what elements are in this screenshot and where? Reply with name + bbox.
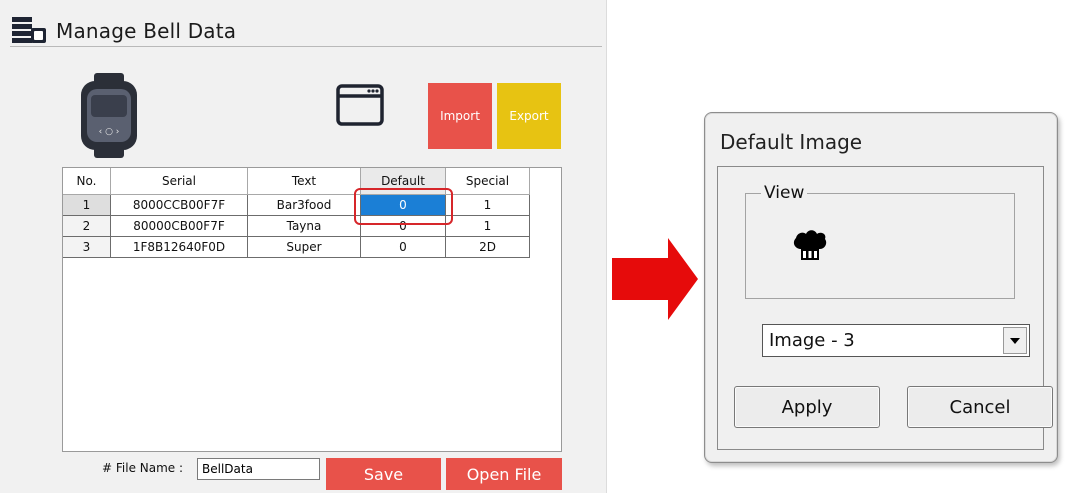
- panel-header: Manage Bell Data: [12, 14, 236, 48]
- window-icon[interactable]: [336, 84, 384, 126]
- row-number-cell[interactable]: 3: [63, 236, 111, 258]
- text-cell[interactable]: Bar3food: [247, 194, 361, 216]
- table-row[interactable]: 1 8000CCB00F7F Bar3food 0 1: [63, 194, 530, 216]
- image-select-value: Image - 3: [769, 330, 855, 351]
- file-name-input[interactable]: [197, 458, 320, 480]
- chef-hat-icon: [793, 230, 827, 260]
- apply-button[interactable]: Apply: [734, 386, 880, 428]
- open-file-button[interactable]: Open File: [446, 458, 562, 490]
- export-button[interactable]: Export: [497, 83, 561, 149]
- view-group-label: View: [761, 183, 808, 203]
- table-header-row: No. Serial Text Default Special: [63, 168, 530, 195]
- special-cell[interactable]: 1: [445, 215, 530, 237]
- row-number-cell[interactable]: 2: [63, 215, 111, 237]
- svg-text:‹ ○ ›: ‹ ○ ›: [99, 127, 120, 137]
- special-cell[interactable]: 2D: [445, 236, 530, 258]
- column-header-special[interactable]: Special: [445, 168, 530, 195]
- serial-cell[interactable]: 1F8B12640F0D: [110, 236, 248, 258]
- import-button[interactable]: Import: [428, 83, 492, 149]
- bell-data-grid[interactable]: No. Serial Text Default Special 1 8000CC…: [62, 167, 562, 452]
- column-header-text[interactable]: Text: [247, 168, 361, 195]
- page-title: Manage Bell Data: [56, 19, 237, 43]
- dropdown-arrow-icon: [1010, 337, 1020, 344]
- database-icon: [12, 17, 46, 43]
- column-header-serial[interactable]: Serial: [110, 168, 248, 195]
- text-cell[interactable]: Super: [247, 236, 361, 258]
- serial-cell[interactable]: 8000CCB00F7F: [110, 194, 248, 216]
- selection-highlight-box: [354, 188, 453, 225]
- save-button[interactable]: Save: [326, 458, 441, 490]
- default-image-dialog: Default Image View Image - 3 Apply Cance…: [704, 112, 1058, 463]
- view-groupbox: [745, 193, 1015, 299]
- serial-cell[interactable]: 80000CB00F7F: [110, 215, 248, 237]
- dialog-title: Default Image: [720, 130, 863, 154]
- arrow-right-icon: [612, 238, 698, 320]
- file-name-label: # File Name :: [102, 461, 184, 475]
- special-cell[interactable]: 1: [445, 194, 530, 216]
- header-divider: [10, 46, 602, 47]
- row-number-cell[interactable]: 1: [63, 194, 111, 216]
- table-row[interactable]: 3 1F8B12640F0D Super 0 2D: [63, 236, 530, 258]
- column-header-no[interactable]: No.: [63, 168, 111, 195]
- dropdown-arrow-button[interactable]: [1003, 327, 1027, 354]
- table-row[interactable]: 2 80000CB00F7F Tayna 0 1: [63, 215, 530, 237]
- default-cell[interactable]: 0: [360, 236, 446, 258]
- bell-data-table: No. Serial Text Default Special 1 8000CC…: [63, 168, 530, 258]
- smartwatch-icon: ‹ ○ ›: [81, 73, 137, 158]
- text-cell[interactable]: Tayna: [247, 215, 361, 237]
- manage-bell-data-panel: Manage Bell Data ‹ ○ › Import Export No.…: [0, 0, 607, 493]
- cancel-button[interactable]: Cancel: [907, 386, 1053, 428]
- image-select-dropdown[interactable]: Image - 3: [762, 324, 1030, 357]
